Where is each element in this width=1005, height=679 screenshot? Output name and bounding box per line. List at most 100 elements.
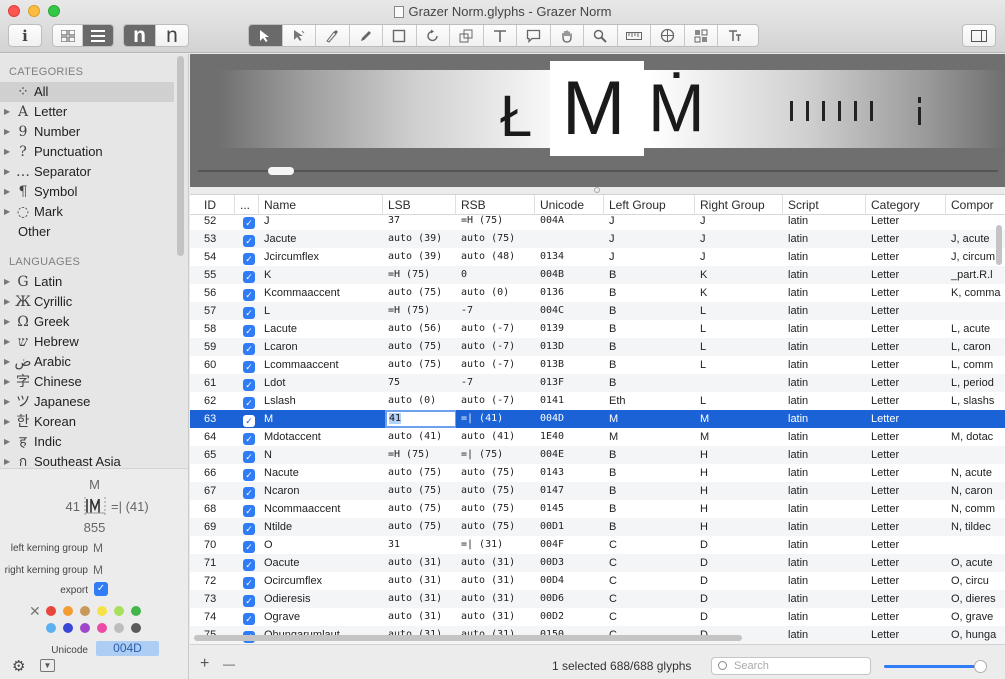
- cell-rsb[interactable]: auto (-7): [456, 320, 535, 338]
- cell-id[interactable]: 62: [190, 392, 235, 410]
- cell-components[interactable]: N, acute: [946, 464, 1005, 482]
- cell-components[interactable]: L, caron: [946, 338, 1005, 356]
- cell-lsb[interactable]: =H (75): [383, 302, 456, 320]
- table-row[interactable]: 57 ✓ L =H (75) -7 004C B Llatin Letter: [190, 302, 1005, 320]
- cell-script[interactable]: latin: [783, 608, 866, 626]
- cell-script[interactable]: latin: [783, 284, 866, 302]
- color-swatch-dark-gray[interactable]: [131, 623, 141, 633]
- column-header-right-group[interactable]: Right Group: [695, 195, 783, 215]
- cell-left-group[interactable]: Eth: [604, 392, 695, 410]
- cell-lsb[interactable]: auto (75): [383, 356, 456, 374]
- cell-right-group[interactable]: D: [695, 536, 783, 554]
- sidebar-scrollbar[interactable]: [177, 56, 184, 256]
- cell-script[interactable]: latin: [783, 536, 866, 554]
- cell-components[interactable]: K, comma: [946, 284, 1005, 302]
- cell-category[interactable]: Letter: [866, 302, 946, 320]
- cell-rsb[interactable]: auto (31): [456, 554, 535, 572]
- cell-rsb[interactable]: auto (75): [456, 482, 535, 500]
- sidebar-item-number[interactable]: ▶ 9 Number: [0, 122, 174, 142]
- cell-unicode[interactable]: 1E40: [535, 428, 604, 446]
- export-checkbox[interactable]: ✓: [243, 469, 255, 481]
- preview-scroll-knob[interactable]: [268, 167, 294, 175]
- table-row[interactable]: 69 ✓ Ntilde auto (75) auto (75) 00D1 B Hlatin Le…: [190, 518, 1005, 536]
- color-swatch-light-green[interactable]: [114, 606, 124, 616]
- cell-unicode[interactable]: 0141: [535, 392, 604, 410]
- hand-tool-button[interactable]: [551, 25, 584, 46]
- cell-components[interactable]: L, comm: [946, 356, 1005, 374]
- table-row[interactable]: 64 ✓ Mdotaccent auto (41) auto (41) 1E40 M Mlat…: [190, 428, 1005, 446]
- cell-script[interactable]: latin: [783, 572, 866, 590]
- sidebar-item-southeast-asia[interactable]: ▶ ก Southeast Asia: [0, 452, 174, 468]
- export-checkbox[interactable]: ✓: [243, 541, 255, 553]
- zoom-slider-track[interactable]: [884, 665, 982, 668]
- cell-right-group[interactable]: H: [695, 482, 783, 500]
- cell-category[interactable]: Letter: [866, 590, 946, 608]
- filled-glyph-button[interactable]: n: [124, 25, 157, 46]
- cell-script[interactable]: latin: [783, 626, 866, 644]
- cell-export[interactable]: ✓: [235, 608, 259, 626]
- cell-left-group[interactable]: B: [604, 464, 695, 482]
- grid-view-button[interactable]: [53, 25, 84, 46]
- cell-lsb[interactable]: 75: [383, 374, 456, 392]
- sidebar-item-other[interactable]: Other: [0, 222, 174, 242]
- cell-rsb[interactable]: auto (75): [456, 518, 535, 536]
- cell-script[interactable]: latin: [783, 428, 866, 446]
- cell-unicode[interactable]: 0145: [535, 500, 604, 518]
- cell-export[interactable]: ✓: [235, 356, 259, 374]
- cell-script[interactable]: latin: [783, 590, 866, 608]
- cell-category[interactable]: Letter: [866, 428, 946, 446]
- table-row[interactable]: 65 ✓ N =H (75) =| (75) 004E B Hlatin Letter: [190, 446, 1005, 464]
- draw-tool-button[interactable]: [316, 25, 350, 46]
- cell-id[interactable]: 70: [190, 536, 235, 554]
- cell-unicode[interactable]: 00D4: [535, 572, 604, 590]
- table-row[interactable]: 74 ✓ Ograve auto (31) auto (31) 00D2 C Dlatin Le…: [190, 608, 1005, 626]
- cell-right-group[interactable]: M: [695, 428, 783, 446]
- cell-script[interactable]: latin: [783, 500, 866, 518]
- cell-export[interactable]: ✓: [235, 302, 259, 320]
- cell-script[interactable]: latin: [783, 410, 866, 428]
- export-checkbox[interactable]: ✓: [243, 361, 255, 373]
- cell-lsb[interactable]: auto (75): [383, 464, 456, 482]
- disclosure-triangle-icon[interactable]: ▶: [0, 292, 12, 312]
- cell-rsb[interactable]: auto (48): [456, 248, 535, 266]
- cell-export[interactable]: ✓: [235, 248, 259, 266]
- cell-id[interactable]: 56: [190, 284, 235, 302]
- cell-category[interactable]: Letter: [866, 392, 946, 410]
- cell-right-group[interactable]: L: [695, 356, 783, 374]
- cell-rsb[interactable]: auto (0): [456, 284, 535, 302]
- color-swatch-dark-blue[interactable]: [63, 623, 73, 633]
- table-row[interactable]: 66 ✓ Nacute auto (75) auto (75) 0143 B Hlatin Le…: [190, 464, 1005, 482]
- export-checkbox[interactable]: ✓: [243, 577, 255, 589]
- cell-lsb[interactable]: auto (75): [383, 338, 456, 356]
- cell-left-group[interactable]: J: [604, 230, 695, 248]
- cell-export[interactable]: ✓: [235, 572, 259, 590]
- cell-left-group[interactable]: B: [604, 284, 695, 302]
- cell-components[interactable]: L, acute: [946, 320, 1005, 338]
- cell-name[interactable]: Jcircumflex: [259, 248, 383, 266]
- cell-lsb[interactable]: auto (31): [383, 608, 456, 626]
- cell-export[interactable]: ✓: [235, 230, 259, 248]
- export-checkbox[interactable]: ✓: [243, 613, 255, 625]
- cell-id[interactable]: 53: [190, 230, 235, 248]
- cell-category[interactable]: Letter: [866, 554, 946, 572]
- rotate-tool-button[interactable]: [417, 25, 450, 46]
- cell-right-group[interactable]: H: [695, 500, 783, 518]
- cell-name[interactable]: Ograve: [259, 608, 383, 626]
- cell-unicode[interactable]: 013F: [535, 374, 604, 392]
- toggle-sidebar-button[interactable]: [962, 24, 996, 47]
- column-header-script[interactable]: Script: [783, 195, 866, 215]
- right-kerning-field[interactable]: M: [93, 563, 103, 577]
- cell-id[interactable]: 65: [190, 446, 235, 464]
- annotation-tool-button[interactable]: [517, 25, 551, 46]
- column-header-name[interactable]: Name: [259, 195, 383, 215]
- cell-name[interactable]: Ntilde: [259, 518, 383, 536]
- cell-export[interactable]: ✓: [235, 500, 259, 518]
- split-view-divider[interactable]: [190, 187, 1005, 195]
- cell-id[interactable]: 73: [190, 590, 235, 608]
- table-vertical-scrollbar[interactable]: [996, 225, 1002, 265]
- cell-name[interactable]: Lcaron: [259, 338, 383, 356]
- color-swatch-purple[interactable]: [80, 623, 90, 633]
- disclosure-triangle-icon[interactable]: ▶: [0, 452, 12, 468]
- select-tool-button[interactable]: [249, 25, 283, 46]
- table-row[interactable]: 61 ✓ Ldot 75 -7 013F Blatin Letter L, period: [190, 374, 1005, 392]
